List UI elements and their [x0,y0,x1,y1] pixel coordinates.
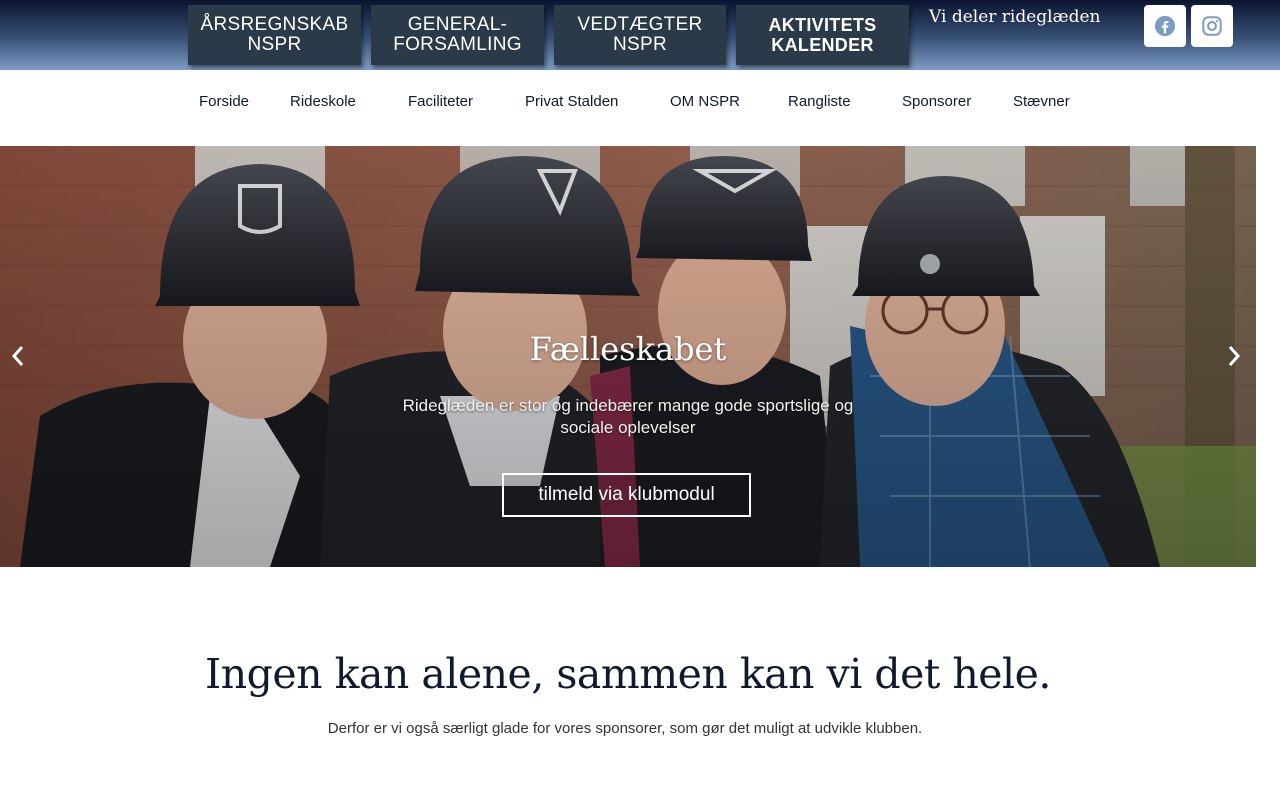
button-line: GENERAL- [407,14,508,35]
slide-title: Fælleskabet [529,330,727,368]
slide-subtitle: Rideglæden er stor og indebærer mange go… [402,396,854,437]
button-line: ÅRSREGNSKAB [200,14,349,35]
button-line: AKTIVITETS [768,15,877,35]
nav-item-rangliste[interactable]: Rangliste [788,93,851,110]
top-bar: ÅRSREGNSKAB NSPR GENERAL- FORSAMLING VED… [0,0,1280,70]
button-line: VEDTÆGTER [577,14,703,35]
button-line: NSPR [613,34,667,55]
nav-item-privat-stalden[interactable]: Privat Stalden [525,93,618,110]
section-heading: Ingen kan alene, sammen kan vi det hele. [205,650,1051,698]
nav-item-faciliteter[interactable]: Faciliteter [408,93,473,110]
nav-item-staevner[interactable]: Stævner [1013,93,1070,110]
annual-accounts-button[interactable]: ÅRSREGNSKAB NSPR [188,5,361,65]
section-text: Derfor er vi også særligt glade for vore… [327,720,923,737]
signup-button[interactable]: tilmeld via klubmodul [502,473,751,517]
main-navigation: Forside Rideskole Faciliteter Privat Sta… [0,70,1280,146]
nav-item-sponsorer[interactable]: Sponsorer [902,93,971,110]
tagline: Vi deler rideglæden [929,7,1101,27]
instagram-icon [1202,16,1222,36]
facebook-button[interactable] [1144,5,1186,47]
nav-item-rideskole[interactable]: Rideskole [290,93,356,110]
facebook-icon [1154,15,1176,37]
general-assembly-button[interactable]: GENERAL- FORSAMLING [371,5,544,65]
bylaws-button[interactable]: VEDTÆGTER NSPR [554,5,726,65]
button-line: FORSAMLING [393,34,522,55]
hero-slider: Fælleskabet Rideglæden er stor og indebæ… [0,146,1256,567]
button-line: KALENDER [771,35,874,55]
activity-calendar-button[interactable]: AKTIVITETS KALENDER [736,5,909,65]
instagram-button[interactable] [1191,5,1233,47]
button-line: NSPR [247,34,302,55]
nav-item-forside[interactable]: Forside [199,93,249,110]
nav-item-om-nspr[interactable]: OM NSPR [670,93,740,110]
